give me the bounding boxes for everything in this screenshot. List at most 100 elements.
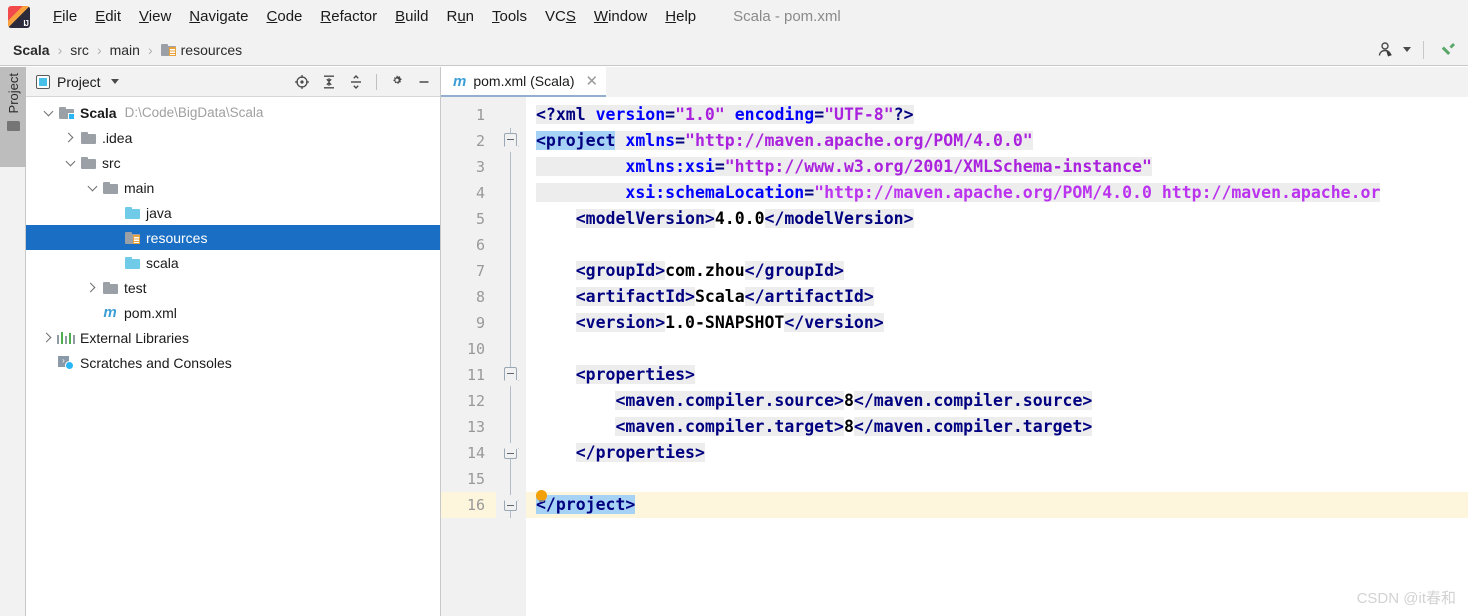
fold-cell[interactable] bbox=[496, 466, 526, 492]
code-line[interactable]: xmlns:xsi="http://www.w3.org/2001/XMLSch… bbox=[526, 154, 1468, 180]
tree-item-scratches-and-consoles[interactable]: › Scratches and Consoles bbox=[26, 350, 440, 375]
fold-region-end-icon[interactable] bbox=[504, 449, 517, 459]
folder-icon bbox=[100, 181, 120, 194]
tree-item-pom-xml[interactable]: m pom.xml bbox=[26, 300, 440, 325]
code-line[interactable]: xsi:schemaLocation="http://maven.apache.… bbox=[526, 180, 1468, 206]
breadcrumb-separator: › bbox=[147, 41, 153, 58]
code-text[interactable]: <?xml version="1.0" encoding="UTF-8"?> <p… bbox=[526, 97, 1468, 616]
fold-cell[interactable] bbox=[496, 258, 526, 284]
breadcrumb-item-src[interactable]: src bbox=[67, 42, 92, 58]
code-line[interactable] bbox=[526, 232, 1468, 258]
menu-item-refactor[interactable]: Refactor bbox=[311, 4, 386, 29]
tool-window-button-project[interactable]: Project bbox=[0, 67, 26, 167]
menu-item-vcs[interactable]: VCS bbox=[536, 4, 585, 29]
fold-cell[interactable] bbox=[496, 310, 526, 336]
menu-item-code[interactable]: Code bbox=[258, 4, 312, 29]
code-line[interactable]: </properties> bbox=[526, 440, 1468, 466]
tree-item-external-libraries[interactable]: External Libraries bbox=[26, 325, 440, 350]
code-line[interactable]: <artifactId>Scala</artifactId> bbox=[526, 284, 1468, 310]
chevron-down-icon[interactable] bbox=[62, 156, 78, 166]
code-line[interactable]: <groupId>com.zhou</groupId> bbox=[526, 258, 1468, 284]
code-line[interactable]: <?xml version="1.0" encoding="UTF-8"?> bbox=[526, 102, 1468, 128]
menu-item-window[interactable]: Window bbox=[585, 4, 656, 29]
tree-item-main[interactable]: main bbox=[26, 175, 440, 200]
code-folding-gutter[interactable] bbox=[496, 97, 526, 616]
line-number: 12 bbox=[466, 392, 485, 410]
collapse-all-icon[interactable] bbox=[344, 70, 368, 94]
menu-item-view[interactable]: View bbox=[130, 4, 180, 29]
fold-cell[interactable] bbox=[496, 362, 526, 388]
menu-item-run[interactable]: Run bbox=[437, 4, 483, 29]
minimize-icon[interactable] bbox=[412, 70, 436, 94]
code-line[interactable]: <project xmlns="http://maven.apache.org/… bbox=[526, 128, 1468, 154]
fold-cell[interactable] bbox=[496, 414, 526, 440]
build-hammer-icon[interactable] bbox=[1436, 38, 1460, 62]
menu-item-build[interactable]: Build bbox=[386, 4, 437, 29]
chevron-right-icon[interactable] bbox=[84, 282, 100, 293]
fold-cell[interactable] bbox=[496, 206, 526, 232]
scratches-icon: › bbox=[58, 355, 74, 370]
tree-item-path: D:\Code\BigData\Scala bbox=[124, 105, 264, 120]
tree-item-java[interactable]: java bbox=[26, 200, 440, 225]
fold-cell[interactable] bbox=[496, 232, 526, 258]
fold-cell[interactable] bbox=[496, 492, 526, 518]
breadcrumb-item-resources[interactable]: resources bbox=[158, 42, 245, 58]
fold-collapse-icon[interactable] bbox=[504, 367, 517, 380]
tree-item-scala[interactable]: scala bbox=[26, 250, 440, 275]
divider bbox=[376, 73, 377, 90]
tree-item-label: src bbox=[102, 154, 121, 171]
expand-all-icon[interactable] bbox=[317, 70, 341, 94]
locate-target-icon[interactable] bbox=[290, 70, 314, 94]
code-line[interactable] bbox=[526, 466, 1468, 502]
navbar-right-actions bbox=[1373, 38, 1468, 62]
fold-cell[interactable] bbox=[496, 154, 526, 180]
line-number: 11 bbox=[466, 366, 485, 384]
breadcrumb-item-main[interactable]: main bbox=[107, 42, 143, 58]
editor-tab-pom-xml[interactable]: m pom.xml (Scala) ✕ bbox=[441, 67, 607, 97]
menu-item-tools[interactable]: Tools bbox=[483, 4, 536, 29]
chevron-right-icon[interactable] bbox=[40, 332, 56, 343]
menu-item-navigate[interactable]: Navigate bbox=[180, 4, 257, 29]
code-line[interactable]: <version>1.0-SNAPSHOT</version> bbox=[526, 310, 1468, 336]
tree-item-resources[interactable]: resources bbox=[26, 225, 440, 250]
menu-bar: FileEditViewNavigateCodeRefactorBuildRun… bbox=[0, 0, 1468, 34]
breadcrumb-item-scala[interactable]: Scala bbox=[10, 42, 53, 58]
tree-item-test[interactable]: test bbox=[26, 275, 440, 300]
fold-cell[interactable] bbox=[496, 336, 526, 362]
chevron-down-icon[interactable] bbox=[110, 79, 119, 84]
editor-tab-bar: m pom.xml (Scala) ✕ bbox=[441, 67, 1468, 97]
chevron-down-icon[interactable] bbox=[40, 106, 56, 116]
chevron-down-icon[interactable] bbox=[1403, 47, 1411, 52]
chevron-right-icon[interactable] bbox=[62, 132, 78, 143]
code-token-txt: 8 bbox=[843, 417, 854, 436]
code-line[interactable]: </project> bbox=[526, 492, 1468, 518]
code-line[interactable]: <maven.compiler.source>8</maven.compiler… bbox=[526, 388, 1468, 414]
menu-item-edit[interactable]: Edit bbox=[86, 4, 130, 29]
fold-cell[interactable] bbox=[496, 180, 526, 206]
code-line[interactable]: <properties> bbox=[526, 362, 1468, 388]
tree-item-label: main bbox=[124, 179, 155, 196]
tree-item-label: test bbox=[124, 279, 147, 296]
project-tree[interactable]: Scala D:\Code\BigData\Scala .idea src main ja… bbox=[26, 97, 440, 616]
fold-cell[interactable] bbox=[496, 284, 526, 310]
fold-cell[interactable] bbox=[496, 128, 526, 154]
user-account-icon[interactable] bbox=[1373, 38, 1397, 62]
fold-collapse-icon[interactable] bbox=[504, 133, 517, 146]
code-editor[interactable]: 1 2 3 4 5 6 7 8 9 10 11 12 13 14 15 16 <?xml version="1… bbox=[441, 97, 1468, 616]
menu-item-file[interactable]: File bbox=[44, 4, 86, 29]
line-number: 5 bbox=[475, 210, 485, 228]
tree-item-scala[interactable]: Scala D:\Code\BigData\Scala bbox=[26, 100, 440, 125]
code-line[interactable]: <maven.compiler.target>8</maven.compiler… bbox=[526, 414, 1468, 440]
close-icon[interactable]: ✕ bbox=[585, 74, 598, 89]
fold-cell[interactable] bbox=[496, 440, 526, 466]
fold-region-end-icon[interactable] bbox=[504, 501, 517, 511]
code-line[interactable]: <modelVersion>4.0.0</modelVersion> bbox=[526, 206, 1468, 232]
tree-item-idea[interactable]: .idea bbox=[26, 125, 440, 150]
fold-cell[interactable] bbox=[496, 388, 526, 414]
settings-gear-icon[interactable] bbox=[385, 70, 409, 94]
menu-item-help[interactable]: Help bbox=[656, 4, 705, 29]
code-line[interactable] bbox=[526, 336, 1468, 362]
tree-item-src[interactable]: src bbox=[26, 150, 440, 175]
chevron-down-icon[interactable] bbox=[84, 181, 100, 191]
